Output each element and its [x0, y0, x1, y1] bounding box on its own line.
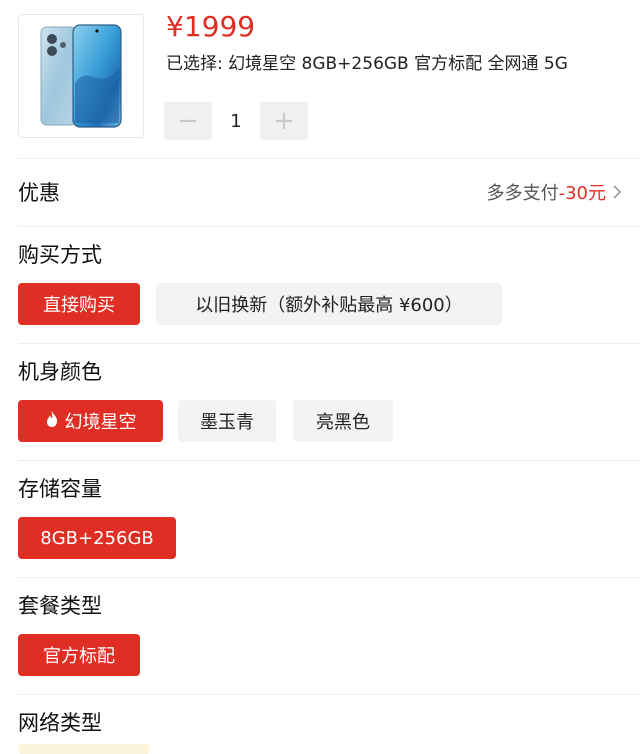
discount-label: 优惠: [18, 181, 60, 205]
divider: [18, 343, 640, 344]
flame-icon: [45, 410, 59, 433]
divider: [18, 577, 640, 578]
quantity-decrease-button[interactable]: −: [164, 102, 212, 140]
divider: [18, 694, 640, 695]
storage-title: 存储容量: [18, 477, 102, 501]
quantity-value[interactable]: 1: [212, 102, 260, 140]
option-storage-8-256[interactable]: 8GB+256GB: [18, 517, 176, 559]
discount-amount: -30元: [558, 183, 606, 204]
plus-icon: +: [273, 106, 295, 136]
network-title: 网络类型: [18, 711, 102, 735]
option-color-moyu-qing[interactable]: 墨玉青: [178, 400, 276, 442]
quantity-increase-button[interactable]: +: [260, 102, 308, 140]
option-package-official[interactable]: 官方标配: [18, 634, 140, 676]
color-title: 机身颜色: [18, 360, 102, 384]
package-title: 套餐类型: [18, 594, 102, 618]
chevron-right-icon: [612, 183, 622, 205]
option-direct-purchase[interactable]: 直接购买: [18, 283, 140, 325]
option-label: 幻境星空: [64, 412, 137, 433]
divider: [18, 226, 640, 227]
option-trade-in[interactable]: 以旧换新（额外补贴最高 ¥600）: [156, 283, 502, 325]
option-color-liang-heise[interactable]: 亮黑色: [293, 400, 393, 442]
divider: [18, 158, 640, 159]
discount-value: 多多支付 -30元: [487, 180, 622, 208]
product-price: ¥1999: [166, 10, 256, 43]
option-network-partial[interactable]: [18, 744, 150, 754]
minus-icon: −: [177, 106, 199, 136]
divider: [18, 460, 640, 461]
option-color-huanjing-xingkong[interactable]: 幻境星空: [18, 400, 163, 442]
payment-method-label: 多多支付: [486, 183, 559, 204]
purchase-method-title: 购买方式: [18, 243, 102, 267]
product-thumbnail[interactable]: [18, 14, 144, 138]
selected-spec-summary: 已选择: 幻境星空 8GB+256GB 官方标配 全网通 5G: [166, 54, 568, 74]
phone-product-image: [40, 24, 122, 128]
